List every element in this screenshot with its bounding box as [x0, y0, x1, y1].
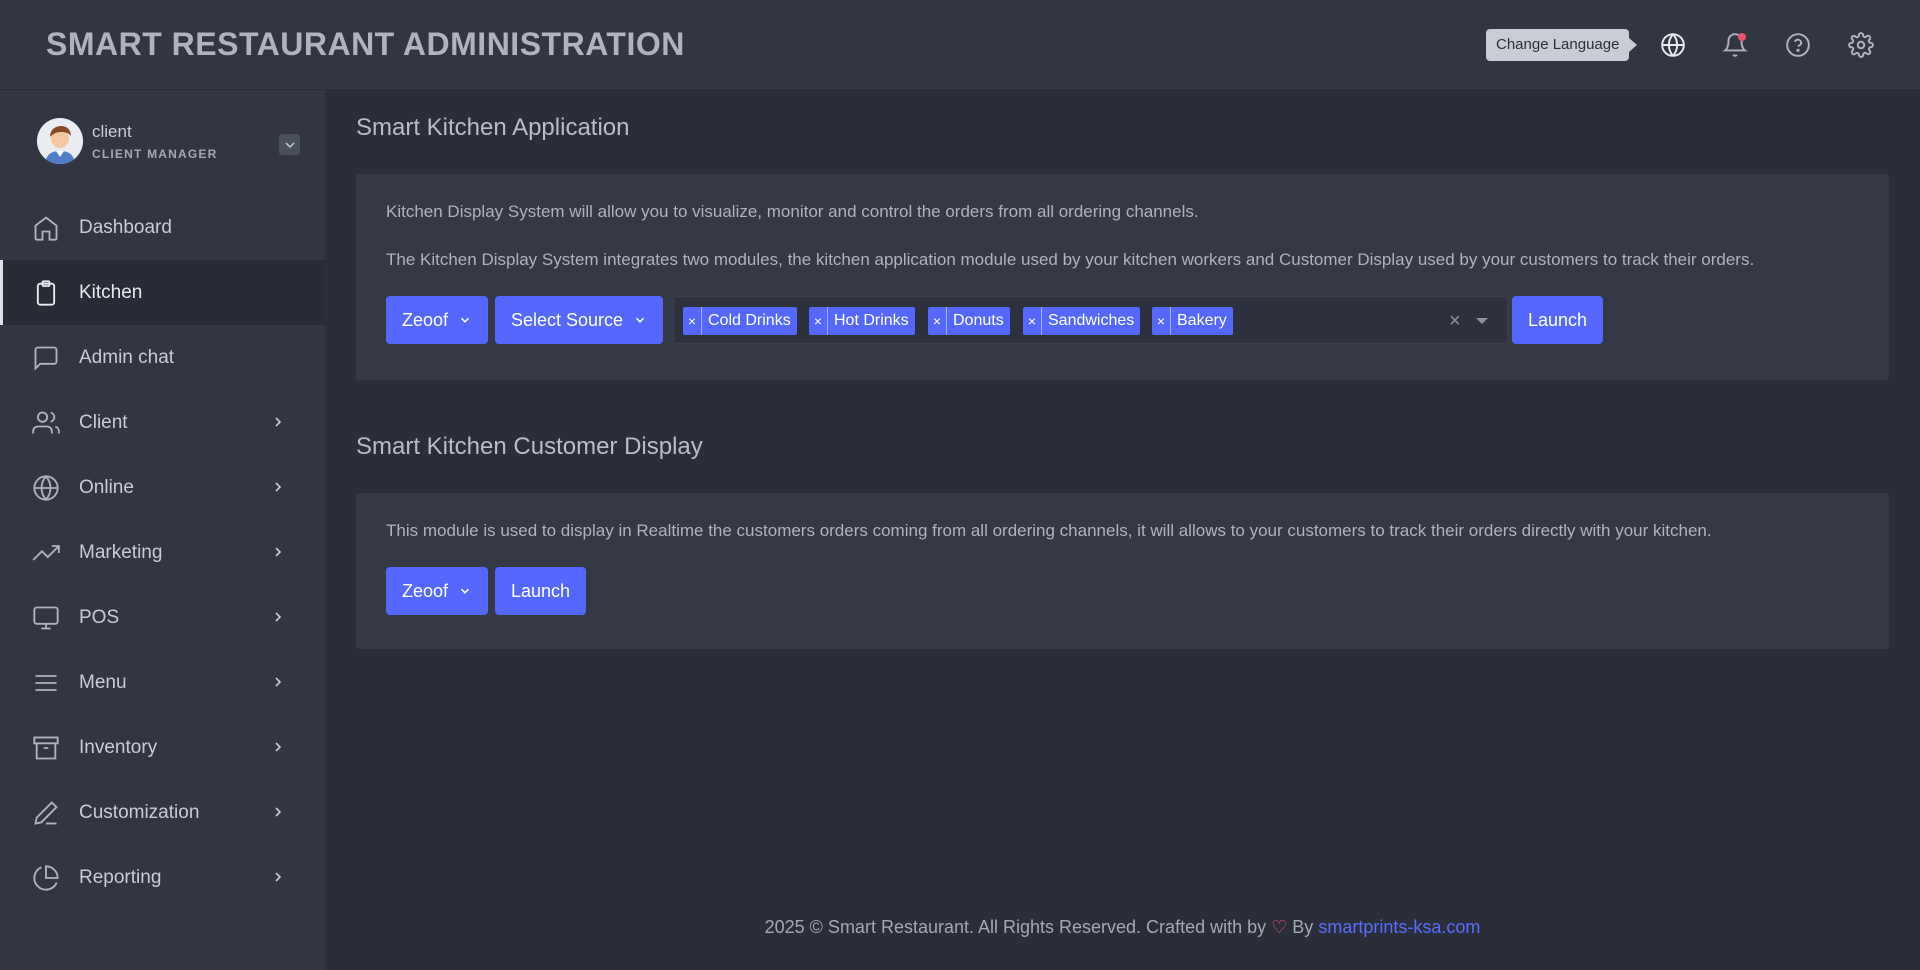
launch-label: Launch: [511, 580, 571, 601]
sidebar-item-admin-chat[interactable]: Admin chat: [0, 325, 325, 390]
sidebar-item-inventory[interactable]: Inventory: [0, 715, 325, 780]
chevron-right-icon: [275, 677, 282, 687]
sidebar-item-menu[interactable]: Menu: [0, 650, 325, 715]
footer-text: 2025 © Smart Restaurant. All Rights Rese…: [764, 917, 1267, 937]
kitchen-app-title: Smart Kitchen Application: [356, 114, 630, 141]
category-tag: × Hot Drinks: [809, 307, 915, 335]
pen-icon: [30, 797, 62, 829]
customer-display-desc: This module is used to display in Realti…: [386, 521, 1712, 540]
chevron-right-icon: [275, 612, 282, 622]
clear-selection-button[interactable]: ×: [1449, 310, 1461, 333]
sidebar-item-label: Admin chat: [79, 346, 175, 368]
footer: 2025 © Smart Restaurant. All Rights Rese…: [325, 917, 1920, 938]
sidebar-item-label: Client: [79, 411, 128, 433]
chevron-down-icon: [636, 317, 645, 323]
tag-label: Hot Drinks: [834, 312, 909, 329]
archive-icon: [30, 732, 62, 764]
sidebar-item-label: Kitchen: [79, 281, 143, 303]
chevron-right-icon: [275, 872, 282, 882]
sidebar-item-label: Marketing: [79, 541, 163, 563]
chevron-right-icon: [275, 742, 282, 752]
tag-remove-button[interactable]: ×: [928, 307, 947, 335]
chevron-down-icon: [460, 317, 470, 323]
sidebar-item-customization[interactable]: Customization: [0, 780, 325, 845]
bell-icon[interactable]: [1720, 30, 1750, 60]
gear-icon[interactable]: [1846, 30, 1876, 60]
category-tag: × Cold Drinks: [683, 307, 797, 335]
chevron-down-icon: [460, 588, 470, 594]
monitor-icon: [30, 602, 62, 634]
avatar: [37, 118, 83, 164]
footer-by: By: [1292, 917, 1314, 937]
kitchen-app-card: Kitchen Display System will allow you to…: [356, 174, 1889, 380]
trending-icon: [30, 537, 62, 569]
app-title: SMART RESTAURANT ADMINISTRATION: [46, 26, 685, 62]
chevron-right-icon: [275, 417, 282, 427]
sidebar-item-label: Dashboard: [79, 216, 172, 238]
notification-badge: [1738, 33, 1746, 41]
clipboard-icon: [30, 277, 62, 309]
heart-icon: ♡: [1271, 917, 1288, 937]
home-icon: [30, 212, 62, 244]
category-tag: × Sandwiches: [1023, 307, 1141, 335]
pie-chart-icon: [30, 862, 62, 894]
globe-icon: [30, 472, 62, 504]
user-name: client: [92, 122, 132, 141]
globe-icon[interactable]: [1658, 30, 1688, 60]
category-tag: × Bakery: [1152, 307, 1233, 335]
tag-remove-button[interactable]: ×: [1023, 307, 1042, 335]
sidebar-item-kitchen[interactable]: Kitchen: [0, 260, 325, 325]
sidebar-item-client[interactable]: Client: [0, 390, 325, 455]
chevron-right-icon: [275, 807, 282, 817]
chat-icon: [30, 342, 62, 374]
help-icon[interactable]: [1783, 30, 1813, 60]
customer-display-title: Smart Kitchen Customer Display: [356, 433, 703, 460]
sidebar: client CLIENT MANAGER Dashboard Kitchen …: [0, 90, 325, 970]
change-language-tooltip: Change Language: [1486, 29, 1638, 61]
sidebar-item-dashboard[interactable]: Dashboard: [0, 195, 325, 260]
launch-kitchen-button[interactable]: Launch: [1512, 296, 1604, 344]
tag-label: Sandwiches: [1048, 312, 1135, 329]
chevron-right-icon: [275, 547, 282, 557]
store-select-label: Zeoof: [402, 309, 449, 330]
tag-label: Cold Drinks: [708, 312, 791, 329]
sidebar-item-label: Menu: [79, 671, 127, 693]
menu-icon: [30, 667, 62, 699]
launch-label: Launch: [1528, 309, 1588, 330]
kitchen-app-desc-1: Kitchen Display System will allow you to…: [386, 202, 1199, 221]
user-role: CLIENT MANAGER: [92, 147, 218, 161]
sidebar-item-marketing[interactable]: Marketing: [0, 520, 325, 585]
category-tag: × Donuts: [928, 307, 1010, 335]
sidebar-item-online[interactable]: Online: [0, 455, 325, 520]
sidebar-item-label: POS: [79, 606, 120, 628]
store-select-label: Zeoof: [402, 580, 449, 601]
store-select[interactable]: Zeoof: [386, 296, 489, 344]
source-select[interactable]: Select Source: [495, 296, 664, 344]
tag-label: Bakery: [1177, 312, 1227, 329]
users-icon: [30, 407, 62, 439]
user-menu-toggle[interactable]: [279, 134, 300, 155]
sidebar-item-label: Customization: [79, 801, 200, 823]
footer-link[interactable]: smartprints-ksa.com: [1318, 917, 1480, 937]
sidebar-item-pos[interactable]: POS: [0, 585, 325, 650]
source-select-label: Select Source: [511, 309, 624, 330]
sidebar-nav: Dashboard Kitchen Admin chat Client Onli…: [0, 195, 325, 910]
sidebar-item-reporting[interactable]: Reporting: [0, 845, 325, 910]
tag-remove-button[interactable]: ×: [683, 307, 702, 335]
tag-label: Donuts: [953, 312, 1004, 329]
customer-display-card: This module is used to display in Realti…: [356, 493, 1889, 649]
dropdown-arrow-icon[interactable]: [1476, 318, 1488, 324]
chevron-right-icon: [275, 482, 282, 492]
sidebar-item-label: Online: [79, 476, 134, 498]
sidebar-item-label: Reporting: [79, 866, 162, 888]
chevron-down-icon: [284, 141, 295, 148]
category-multiselect[interactable]: × Cold Drinks × Hot Drinks × Donuts × Sa…: [673, 296, 1508, 344]
sidebar-item-label: Inventory: [79, 736, 158, 758]
user-profile[interactable]: client CLIENT MANAGER: [37, 118, 300, 168]
customer-store-select[interactable]: Zeoof: [386, 567, 489, 615]
kitchen-app-desc-2: The Kitchen Display System integrates tw…: [386, 250, 1755, 269]
tag-remove-button[interactable]: ×: [1152, 307, 1171, 335]
tag-remove-button[interactable]: ×: [809, 307, 828, 335]
launch-customer-display-button[interactable]: Launch: [495, 567, 587, 615]
